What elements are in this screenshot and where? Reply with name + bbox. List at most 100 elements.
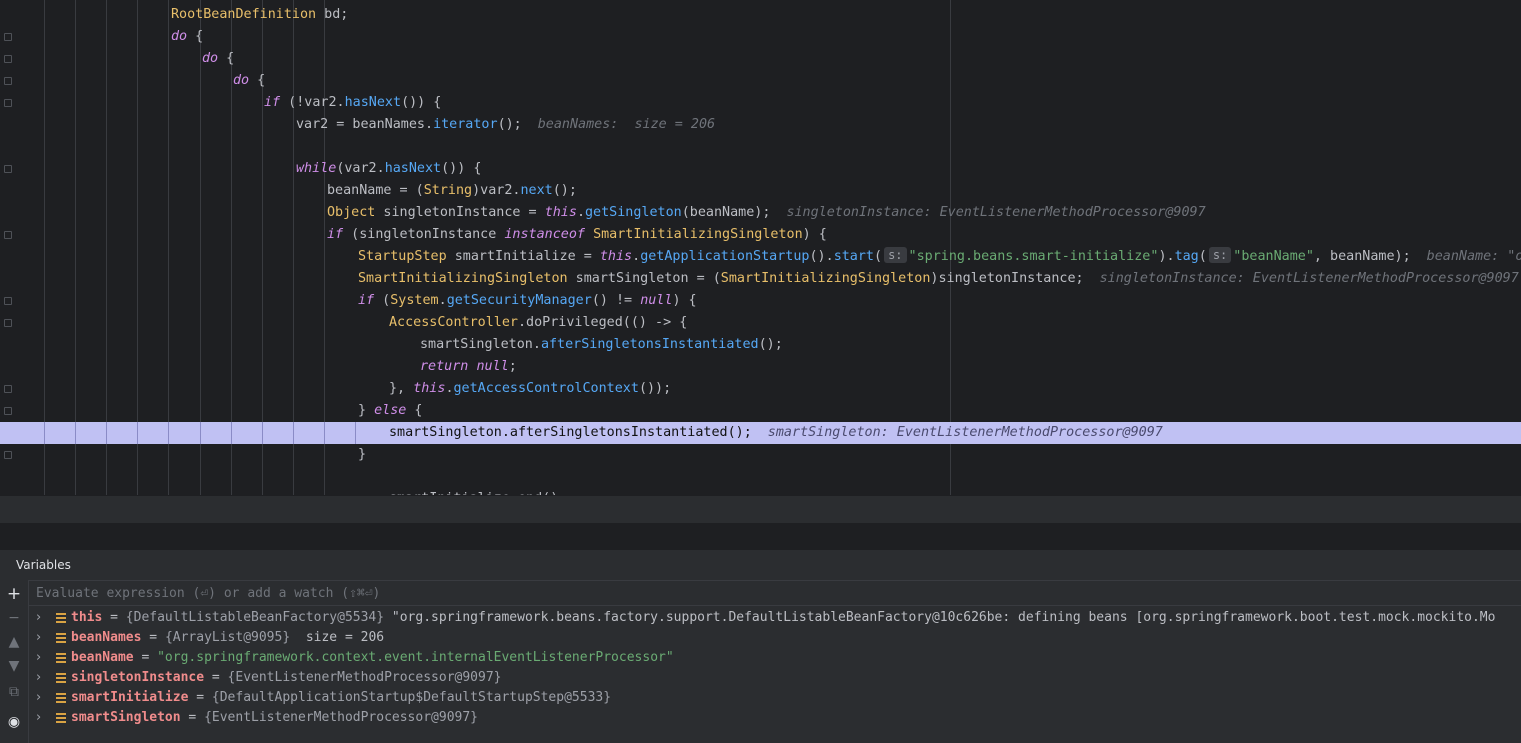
code-editor[interactable]: RootBeanDefinition bd; do {do {do {if (!v…: [0, 0, 1521, 495]
equals-sign: =: [102, 610, 126, 625]
indent-guide: [293, 422, 294, 444]
code-line[interactable]: smartInitialize.end();: [0, 488, 1521, 495]
editor-bottom-bar: [0, 495, 1521, 524]
minus-icon[interactable]: −: [6, 610, 22, 626]
code-token: )singletonInstance;: [930, 271, 1084, 286]
code-line[interactable]: if (System.getSecurityManager() != null)…: [0, 290, 1521, 312]
variable-name: beanNames = {ArrayList@9095} size = 206: [71, 628, 384, 648]
watch-icon[interactable]: ◉: [6, 714, 22, 730]
code-token: () !=: [591, 293, 641, 308]
equals-sign: =: [141, 630, 165, 645]
code-line[interactable]: return null;: [0, 356, 1521, 378]
code-line[interactable]: RootBeanDefinition bd;: [0, 4, 1521, 26]
variable-row[interactable]: › this = {DefaultListableBeanFactory@5534…: [28, 608, 1521, 628]
code-text: while(var2.hasNext()) {: [296, 158, 481, 180]
variable-row[interactable]: › singletonInstance = {EventListenerMetho…: [28, 668, 1521, 688]
code-line[interactable]: AccessController.doPrivileged(() -> {: [0, 312, 1521, 334]
code-line[interactable]: beanName = (String)var2.next();: [0, 180, 1521, 202]
code-token: }: [358, 403, 375, 418]
code-token: if: [358, 293, 375, 308]
code-token: smartSingleton.: [420, 337, 541, 352]
code-line[interactable]: } else {: [0, 400, 1521, 422]
code-token: instanceof: [504, 227, 585, 242]
equals-sign: =: [180, 710, 205, 725]
code-text: StartupStep smartInitialize = this.getAp…: [358, 246, 1521, 268]
code-line[interactable]: if (!var2.hasNext()) {: [0, 92, 1521, 114]
variable-value: "org.springframework.context.event.inter…: [157, 650, 674, 665]
evaluate-expression-input[interactable]: [28, 581, 936, 605]
code-token: (var2.: [336, 161, 385, 176]
code-line[interactable]: Object singletonInstance = this.getSingl…: [0, 202, 1521, 224]
code-line[interactable]: [0, 136, 1521, 158]
inline-value-hint: singletonInstance: EventListenerMethodPr…: [786, 205, 1206, 220]
code-line[interactable]: StartupStep smartInitialize = this.getAp…: [0, 246, 1521, 268]
code-line[interactable]: SmartInitializingSingleton smartSingleto…: [0, 268, 1521, 290]
code-token: iterator: [433, 117, 498, 132]
variable-name: smartInitialize = {DefaultApplicationSta…: [71, 688, 611, 708]
variable-row[interactable]: › beanName = "org.springframework.context…: [28, 648, 1521, 668]
code-text: Object singletonInstance = this.getSingl…: [327, 202, 1206, 224]
indent-guide: [75, 422, 76, 444]
variable-name: singletonInstance = {EventListenerMethod…: [71, 668, 501, 688]
indent-guide: [262, 422, 263, 444]
code-text: return null;: [420, 356, 517, 378]
code-line[interactable]: do {: [0, 48, 1521, 70]
code-token: (: [374, 293, 391, 308]
code-token: Object: [327, 205, 376, 220]
code-token: ();: [758, 337, 783, 352]
code-line[interactable]: smartSingleton.afterSingletonsInstantiat…: [0, 334, 1521, 356]
code-token: (!var2.: [280, 95, 345, 110]
code-token: AccessController: [389, 315, 518, 330]
code-line[interactable]: }: [0, 444, 1521, 466]
code-token: {: [187, 29, 204, 44]
indent-guide: [324, 422, 325, 444]
code-token: },: [389, 381, 414, 396]
arrow-down-icon[interactable]: ▼: [6, 658, 22, 674]
code-token: hasNext: [384, 161, 442, 176]
code-token: start: [833, 249, 874, 264]
copy-icon[interactable]: ⧉: [6, 684, 22, 700]
code-line[interactable]: do {: [0, 70, 1521, 92]
evaluate-expression-bar[interactable]: [28, 580, 1521, 606]
variable-row[interactable]: › smartInitialize = {DefaultApplicationSt…: [28, 688, 1521, 708]
code-token: }: [358, 447, 367, 462]
code-token: ());: [638, 381, 672, 396]
code-token: if: [327, 227, 344, 242]
variable-reference: {DefaultApplicationStartup$DefaultStartu…: [211, 690, 612, 705]
code-token: do: [202, 51, 219, 66]
code-line[interactable]: do {: [0, 26, 1521, 48]
code-token: , beanName);: [1313, 249, 1411, 264]
code-line[interactable]: if (singletonInstance instanceof SmartIn…: [0, 224, 1521, 246]
code-token: StartupStep: [358, 249, 447, 264]
panel-divider[interactable]: [0, 523, 1521, 550]
code-text: }: [358, 444, 366, 466]
code-token: this: [544, 205, 577, 220]
parameter-hint: s:: [1208, 247, 1232, 263]
expand-chevron-icon[interactable]: ›: [36, 628, 41, 648]
variable-row[interactable]: › smartSingleton = {EventListenerMethodPr…: [28, 708, 1521, 728]
variable-name-text: beanName: [71, 650, 134, 665]
parameter-hint: s:: [884, 247, 907, 263]
code-token: (: [874, 249, 883, 264]
variable-reference: {ArrayList@9095}: [164, 630, 291, 645]
expand-chevron-icon[interactable]: ›: [36, 668, 41, 688]
arrow-up-icon[interactable]: ▲: [6, 634, 22, 650]
variable-row[interactable]: › beanNames = {ArrayList@9095} size = 206: [28, 628, 1521, 648]
code-text: do {: [202, 48, 234, 70]
code-token: RootBeanDefinition: [171, 7, 317, 22]
code-text: SmartInitializingSingleton smartSingleto…: [358, 268, 1521, 290]
expand-chevron-icon[interactable]: ›: [36, 608, 41, 628]
plus-icon[interactable]: +: [6, 586, 22, 603]
code-line[interactable]: while(var2.hasNext()) {: [0, 158, 1521, 180]
code-token: String: [423, 183, 473, 198]
code-line[interactable]: }, this.getAccessControlContext());: [0, 378, 1521, 400]
execution-point-line[interactable]: smartSingleton.afterSingletonsInstantiat…: [0, 422, 1521, 444]
indent-guide: [231, 422, 232, 444]
expand-chevron-icon[interactable]: ›: [36, 648, 41, 668]
expand-chevron-icon[interactable]: ›: [36, 708, 41, 728]
expand-chevron-icon[interactable]: ›: [36, 688, 41, 708]
code-line[interactable]: [0, 466, 1521, 488]
code-line[interactable]: var2 = beanNames.iterator(); beanNames: s…: [0, 114, 1521, 136]
variable-name-text: smartInitialize: [71, 690, 189, 705]
